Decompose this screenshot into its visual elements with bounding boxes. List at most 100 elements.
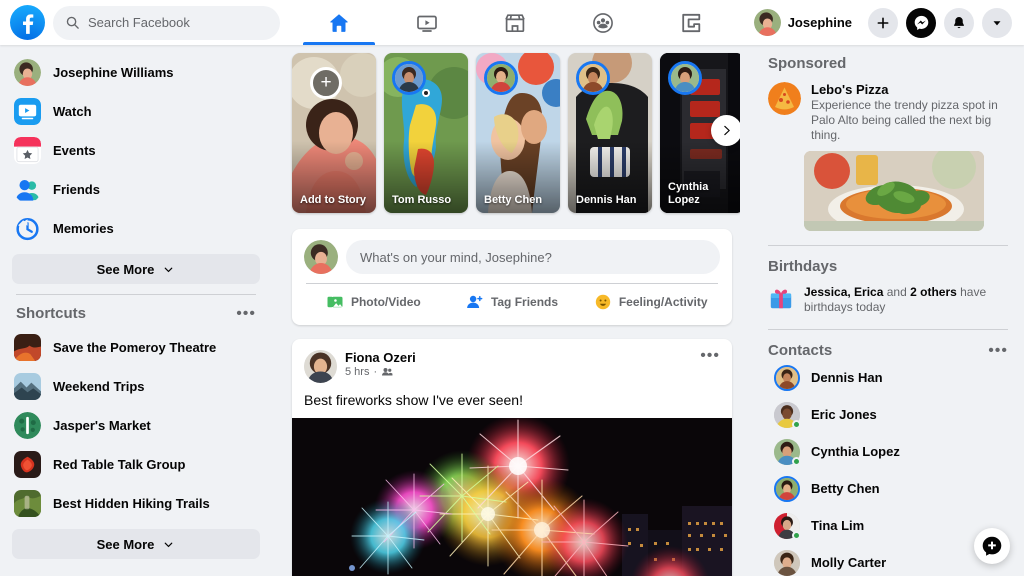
- story-card-add-to-story[interactable]: + Add to Story: [292, 53, 376, 213]
- messenger-icon: [913, 14, 930, 31]
- events-icon: [14, 137, 41, 164]
- sidebar-item-events[interactable]: Events: [8, 131, 264, 170]
- shortcut-thumb: [14, 334, 41, 361]
- story-label: Dennis Han: [576, 194, 646, 207]
- post-header: Fiona Ozeri 5 hrs · •••: [292, 339, 732, 383]
- news-feed: + Add to Story: [272, 45, 740, 576]
- post-author-name[interactable]: Fiona Ozeri: [345, 350, 416, 365]
- profile-menu-button[interactable]: Josephine: [751, 6, 860, 39]
- create-button[interactable]: [868, 8, 898, 38]
- post-composer: What's on your mind, Josephine? Photo/Vi…: [292, 229, 732, 325]
- store-icon: [503, 11, 527, 35]
- chevron-down-icon: [162, 538, 175, 551]
- sidebar-item-watch[interactable]: Watch: [8, 92, 264, 131]
- nav-tab-home[interactable]: [295, 0, 383, 45]
- left-sidebar: Josephine Williams Watch Events Friends: [0, 45, 272, 576]
- composer-actions: Photo/Video Tag Friends Feeling/Activity: [304, 284, 720, 319]
- stories-next-button[interactable]: [711, 115, 740, 146]
- new-message-fab[interactable]: [974, 528, 1010, 564]
- chevron-right-icon: [720, 124, 733, 137]
- sidebar-item-memories[interactable]: Memories: [8, 209, 264, 248]
- shortcut-item[interactable]: Weekend Trips: [8, 367, 264, 406]
- birthday-notice[interactable]: Jessica, Erica and 2 others have birthda…: [768, 285, 1008, 315]
- composer-avatar[interactable]: [304, 240, 338, 274]
- sidebar-see-more-button[interactable]: See More: [12, 254, 260, 284]
- composer-action-label: Photo/Video: [351, 295, 421, 309]
- birthday-names: Jessica, Erica: [804, 285, 883, 299]
- post-meta: 5 hrs ·: [345, 366, 416, 378]
- bell-icon: [951, 15, 967, 31]
- contact-item-tina-lim[interactable]: Tina Lim: [768, 507, 1008, 544]
- plus-icon: [875, 15, 891, 31]
- composer-action-label: Feeling/Activity: [619, 295, 708, 309]
- contact-item-betty-chen[interactable]: Betty Chen: [768, 470, 1008, 507]
- search-input[interactable]: Search Facebook: [53, 6, 280, 40]
- sponsored-ad[interactable]: Lebo's Pizza Experience the trendy pizza…: [768, 82, 1008, 143]
- sidebar-item-label: Watch: [53, 104, 92, 119]
- chevron-down-icon: [162, 263, 175, 276]
- sidebar-item-friends[interactable]: Friends: [8, 170, 264, 209]
- memories-icon: [14, 215, 41, 242]
- post-options-icon[interactable]: •••: [700, 351, 720, 361]
- shortcuts-see-more-button[interactable]: See More: [12, 529, 260, 559]
- friends-icon: [14, 176, 41, 203]
- post-author-avatar[interactable]: [304, 350, 337, 383]
- facebook-logo[interactable]: [10, 5, 45, 40]
- contact-item-cynthia-lopez[interactable]: Cynthia Lopez: [768, 433, 1008, 470]
- profile-avatar: [14, 59, 41, 86]
- contact-avatar: [774, 402, 800, 428]
- contact-name: Molly Carter: [811, 555, 886, 570]
- birthdays-header: Birthdays: [768, 258, 1008, 275]
- composer-tag-friends-button[interactable]: Tag Friends: [443, 284, 582, 319]
- nav-tab-groups[interactable]: [559, 0, 647, 45]
- add-story-plus-icon[interactable]: +: [310, 67, 342, 99]
- shortcut-item[interactable]: Best Hidden Hiking Trails: [8, 484, 264, 523]
- pizza-logo-icon: [768, 82, 801, 115]
- avatar: [754, 9, 781, 36]
- notifications-button[interactable]: [944, 8, 974, 38]
- birthday-others: 2 others: [910, 285, 957, 299]
- nav-tab-gaming[interactable]: [647, 0, 735, 45]
- post-image[interactable]: [292, 418, 732, 576]
- birthdays-title: Birthdays: [768, 258, 837, 275]
- watch-icon: [14, 98, 41, 125]
- sponsored-header: Sponsored: [768, 55, 1008, 72]
- story-label: Betty Chen: [484, 194, 554, 207]
- search-placeholder: Search Facebook: [88, 15, 190, 30]
- composer-input[interactable]: What's on your mind, Josephine?: [346, 240, 720, 274]
- contact-name: Betty Chen: [811, 481, 880, 496]
- header-left: Search Facebook: [0, 5, 280, 40]
- contacts-options-icon[interactable]: •••: [988, 346, 1008, 356]
- feed-post: Fiona Ozeri 5 hrs · ••• Best fireworks s…: [292, 339, 732, 576]
- nav-tab-watch[interactable]: [383, 0, 471, 45]
- shortcut-item[interactable]: Red Table Talk Group: [8, 445, 264, 484]
- account-menu-button[interactable]: [982, 8, 1012, 38]
- contact-item-eric-jones[interactable]: Eric Jones: [768, 396, 1008, 433]
- composer-feeling-activity-button[interactable]: Feeling/Activity: [581, 284, 720, 319]
- ad-description: Experience the trendy pizza spot in Palo…: [811, 98, 1008, 143]
- messenger-button[interactable]: [906, 8, 936, 38]
- contact-item-dennis-han[interactable]: Dennis Han: [768, 359, 1008, 396]
- shortcut-label: Best Hidden Hiking Trails: [53, 496, 210, 511]
- sidebar-item-profile[interactable]: Josephine Williams: [8, 53, 264, 92]
- shortcut-item[interactable]: Jasper's Market: [8, 406, 264, 445]
- shortcut-item[interactable]: Save the Pomeroy Theatre: [8, 328, 264, 367]
- story-avatar-ring: [668, 61, 702, 95]
- nav-tab-marketplace[interactable]: [471, 0, 559, 45]
- story-card-betty-chen[interactable]: Betty Chen: [476, 53, 560, 213]
- shortcut-label: Save the Pomeroy Theatre: [53, 340, 216, 355]
- story-label: Cynthia Lopez: [668, 181, 738, 207]
- composer-photo-video-button[interactable]: Photo/Video: [304, 284, 443, 319]
- shortcuts-options-icon[interactable]: •••: [236, 309, 256, 319]
- story-card-tom-russo[interactable]: Tom Russo: [384, 53, 468, 213]
- contact-item-molly-carter[interactable]: Molly Carter: [768, 544, 1008, 576]
- ad-image[interactable]: [804, 151, 984, 231]
- ad-title[interactable]: Lebo's Pizza: [811, 82, 1008, 97]
- groups-icon: [591, 11, 615, 35]
- sidebar-item-label: Events: [53, 143, 96, 158]
- story-label: Add to Story: [300, 194, 370, 207]
- story-card-dennis-han[interactable]: Dennis Han: [568, 53, 652, 213]
- contact-avatar: [774, 365, 800, 391]
- story-label: Tom Russo: [392, 194, 462, 207]
- shortcut-thumb: [14, 451, 41, 478]
